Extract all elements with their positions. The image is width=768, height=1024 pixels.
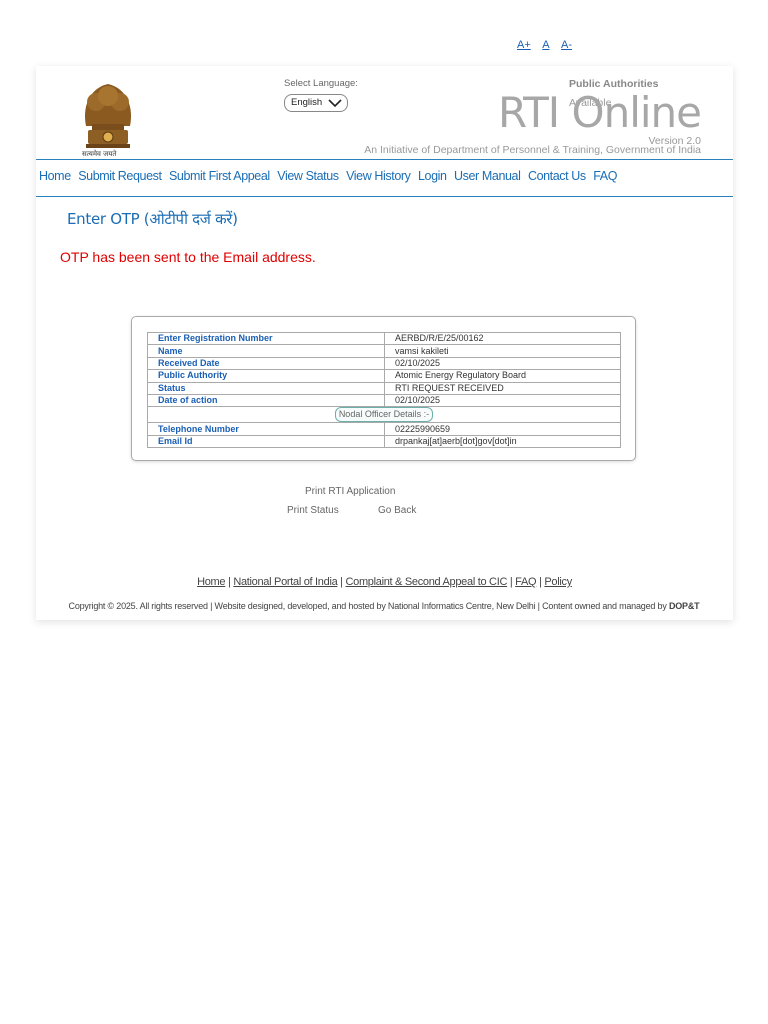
table-row: Telephone Number 02225990659: [147, 422, 621, 436]
table-row: Date of action 02/10/2025: [147, 393, 621, 408]
font-increase-link[interactable]: A+: [517, 39, 531, 51]
row-key: Name: [147, 344, 385, 358]
go-back-button[interactable]: Go Back: [378, 505, 416, 516]
otp-title: Enter OTP (ओटीपी दर्ज करें): [67, 210, 238, 228]
row-key: Email Id: [147, 434, 385, 449]
nodal-header-row: Nodal Officer Details :-: [147, 406, 621, 424]
footer-link-faq[interactable]: FAQ: [515, 576, 536, 588]
print-status-button[interactable]: Print Status: [287, 505, 339, 516]
tagline: An Initiative of Department of Personnel…: [364, 144, 701, 156]
row-value: Atomic Energy Regulatory Board: [384, 369, 621, 383]
row-key: Telephone Number: [147, 422, 385, 436]
national-emblem-logo: [84, 84, 132, 148]
copyright-text: Copyright © 2025. All rights reserved | …: [64, 596, 704, 616]
table-row: Status RTI REQUEST RECEIVED: [147, 381, 621, 395]
nav-faq[interactable]: FAQ: [593, 169, 617, 183]
copyright-owner: DOP&T: [668, 601, 700, 611]
font-size-controls: A+ A A-: [517, 39, 581, 51]
nav-view-history[interactable]: View History: [346, 169, 411, 183]
details-panel: Enter Registration Number AERBD/R/E/25/0…: [131, 316, 636, 461]
row-key: Status: [147, 381, 385, 395]
table-row: Enter Registration Number AERBD/R/E/25/0…: [147, 331, 621, 346]
footer-link-complaint-cic[interactable]: Complaint & Second Appeal to CIC: [345, 576, 507, 588]
font-decrease-link[interactable]: A-: [561, 39, 572, 51]
nav-contact-us[interactable]: Contact Us: [528, 169, 586, 183]
nodal-officer-badge: Nodal Officer Details :-: [334, 407, 434, 423]
main-nav: Home Submit Request Submit First Appeal …: [36, 163, 733, 197]
language-select[interactable]: English: [284, 94, 348, 112]
row-value: drpankaj[at]aerb[dot]gov[dot]in: [384, 434, 621, 449]
brand-title: RTI Online: [498, 88, 702, 137]
footer-link-home[interactable]: Home: [197, 576, 225, 588]
print-rti-application-button[interactable]: Print RTI Application: [305, 486, 395, 497]
footer-link-national-portal[interactable]: National Portal of India: [233, 576, 337, 588]
nodal-header-cell: Nodal Officer Details :-: [147, 406, 621, 424]
chevron-down-icon: [328, 99, 342, 108]
row-key: Public Authority: [147, 369, 385, 383]
language-selected-value: English: [291, 97, 323, 108]
row-value: AERBD/R/E/25/00162: [384, 331, 621, 346]
table-row: Email Id drpankaj[at]aerb[dot]gov[dot]in: [147, 434, 621, 449]
header: सत्यमेव जयते Select Language: English Pu…: [36, 66, 733, 160]
row-value: vamsi kakileti: [384, 344, 621, 358]
otp-message: OTP has been sent to the Email address.: [60, 249, 316, 265]
font-normal-link[interactable]: A: [542, 39, 549, 51]
copyright-main: Copyright © 2025. All rights reserved | …: [68, 601, 656, 611]
language-label: Select Language:: [284, 78, 358, 89]
row-value: RTI REQUEST RECEIVED: [384, 381, 621, 395]
row-value: 02/10/2025: [384, 393, 621, 408]
copyright-by: by: [657, 601, 667, 611]
nav-user-manual[interactable]: User Manual: [454, 169, 521, 183]
emblem-caption: सत्यमेव जयते: [82, 150, 117, 158]
nav-submit-first-appeal[interactable]: Submit First Appeal: [169, 169, 270, 183]
nav-home[interactable]: Home: [39, 169, 71, 183]
row-key: Received Date: [147, 356, 385, 371]
table-row: Name vamsi kakileti: [147, 344, 621, 358]
footer-link-policy[interactable]: Policy: [544, 576, 572, 588]
nav-view-status[interactable]: View Status: [277, 169, 339, 183]
row-key: Date of action: [147, 393, 385, 408]
page-container: सत्यमेव जयते Select Language: English Pu…: [36, 66, 733, 620]
table-row: Public Authority Atomic Energy Regulator…: [147, 369, 621, 383]
nav-login[interactable]: Login: [418, 169, 447, 183]
row-value: 02225990659: [384, 422, 621, 436]
footer-links: Home | National Portal of India | Compla…: [197, 576, 572, 588]
nav-submit-request[interactable]: Submit Request: [78, 169, 162, 183]
row-value: 02/10/2025: [384, 356, 621, 371]
details-table: Enter Registration Number AERBD/R/E/25/0…: [147, 331, 621, 449]
row-key: Enter Registration Number: [147, 331, 385, 346]
table-row: Received Date 02/10/2025: [147, 356, 621, 371]
